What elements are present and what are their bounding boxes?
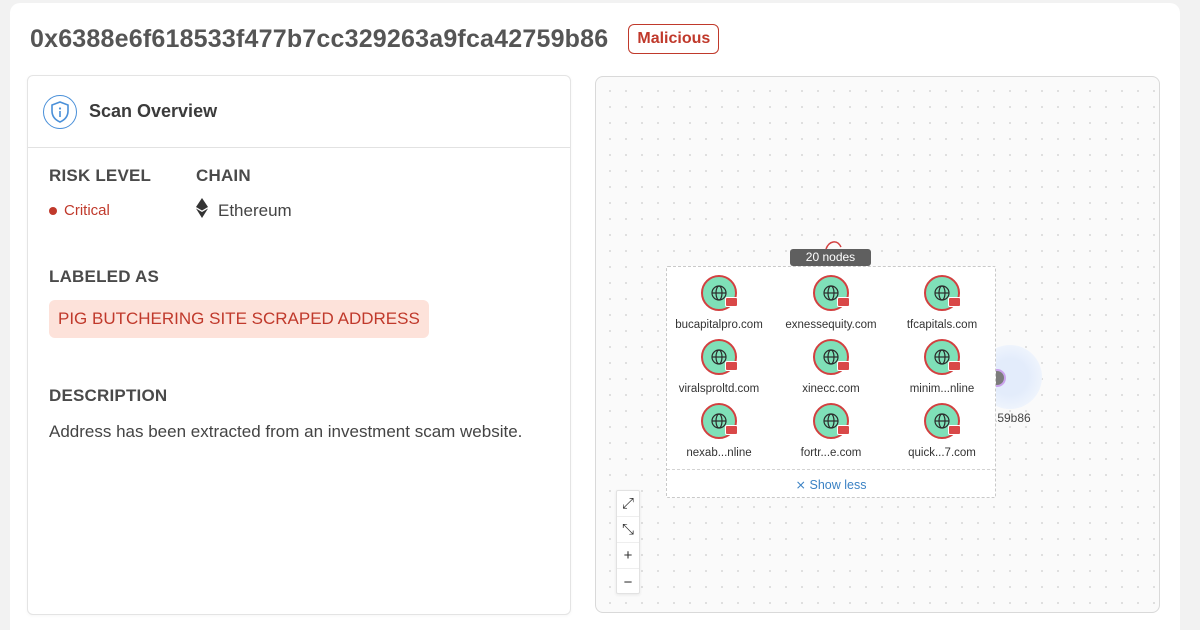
graph-node[interactable]: nexab...nline (664, 403, 774, 459)
node-label: nexab...nline (686, 447, 752, 459)
graph-node[interactable]: xinecc.com (776, 339, 886, 395)
address-graph-panel[interactable]: .59b86 bucapitalpro.com exnessequity.com… (595, 76, 1160, 613)
node-label: tfcapitals.com (906, 319, 978, 331)
globe-icon (701, 403, 738, 439)
chain-value: Ethereum (196, 198, 292, 223)
center-address-label: .59b86 (994, 411, 1031, 425)
malicious-badge: Malicious (628, 24, 720, 54)
graph-node[interactable]: bucapitalpro.com (664, 275, 774, 331)
label-tag: PIG BUTCHERING SITE SCRAPED ADDRESS (49, 300, 429, 338)
expand-icon: ⤢ (621, 495, 634, 512)
globe-icon (701, 275, 738, 311)
flag-icon (725, 425, 738, 435)
graph-node[interactable]: exnessequity.com (776, 275, 886, 331)
node-group: bucapitalpro.com exnessequity.com tfcapi… (666, 266, 996, 498)
node-label: xinecc.com (802, 383, 860, 395)
fit-view-button[interactable]: ⤢ (617, 491, 639, 517)
chain-section: CHAIN Ethereum (196, 166, 292, 223)
globe-icon (701, 339, 738, 375)
minus-icon: − (623, 573, 633, 591)
scan-overview-header: Scan Overview (28, 76, 570, 148)
flag-icon (837, 361, 850, 371)
node-label: viralsproltd.com (678, 383, 760, 395)
globe-icon (813, 339, 850, 375)
globe-icon (924, 275, 961, 311)
node-count-badge: 20 nodes (790, 249, 871, 266)
scan-overview-title: Scan Overview (89, 101, 218, 121)
graph-controls: ⤢ ⤡ + − (616, 490, 640, 594)
chain-label: CHAIN (196, 166, 251, 185)
zoom-out-button[interactable]: − (617, 569, 639, 595)
risk-level-value: Critical (49, 202, 151, 219)
node-label: bucapitalpro.com (675, 319, 763, 331)
node-label: minim...nline (909, 383, 975, 395)
flag-icon (725, 361, 738, 371)
chain-text: Ethereum (218, 200, 292, 220)
risk-level-label: RISK LEVEL (49, 166, 152, 185)
labeled-as-section: LABELED AS PIG BUTCHERING SITE SCRAPED A… (49, 267, 429, 338)
flag-icon (948, 425, 961, 435)
graph-node[interactable]: fortr...e.com (776, 403, 886, 459)
graph-node[interactable]: viralsproltd.com (664, 339, 774, 395)
zoom-in-button[interactable]: + (617, 543, 639, 569)
flag-icon (948, 297, 961, 307)
show-less-label: Show less (809, 478, 867, 492)
description-text: Address has been extracted from an inves… (49, 422, 523, 441)
flag-icon (725, 297, 738, 307)
graph-node[interactable]: tfcapitals.com (887, 275, 997, 331)
address-title: 0x6388e6f618533f477b7cc329263a9fca42759b… (30, 24, 609, 53)
show-less-button[interactable]: ⨯ Show less (667, 469, 995, 499)
globe-icon (813, 275, 850, 311)
ethereum-icon (196, 198, 208, 223)
risk-level-section: RISK LEVEL Critical (49, 166, 151, 219)
collapse-icon: ⨯ (795, 478, 806, 492)
flag-icon (837, 425, 850, 435)
globe-icon (813, 403, 850, 439)
risk-level-text: Critical (64, 202, 110, 219)
graph-node[interactable]: minim...nline (887, 339, 997, 395)
collapse-icon: ⤡ (621, 521, 634, 538)
plus-icon: + (623, 547, 633, 564)
labeled-as-label: LABELED AS (49, 267, 159, 286)
description-label: DESCRIPTION (49, 386, 168, 405)
shrink-view-button[interactable]: ⤡ (617, 517, 639, 543)
description-section: DESCRIPTION Address has been extracted f… (49, 386, 522, 442)
flag-icon (948, 361, 961, 371)
scan-overview-card: Scan Overview RISK LEVEL Critical CHAIN … (27, 75, 571, 615)
node-label: fortr...e.com (800, 447, 862, 459)
node-label: quick...7.com (908, 447, 976, 459)
graph-node[interactable]: quick...7.com (887, 403, 997, 459)
risk-dot-icon (49, 206, 57, 215)
globe-icon (924, 339, 961, 375)
globe-icon (924, 403, 961, 439)
shield-info-icon (43, 94, 77, 129)
node-label: exnessequity.com (785, 319, 877, 331)
flag-icon (837, 297, 850, 307)
page-header: 0x6388e6f618533f477b7cc329263a9fca42759b… (30, 22, 720, 56)
